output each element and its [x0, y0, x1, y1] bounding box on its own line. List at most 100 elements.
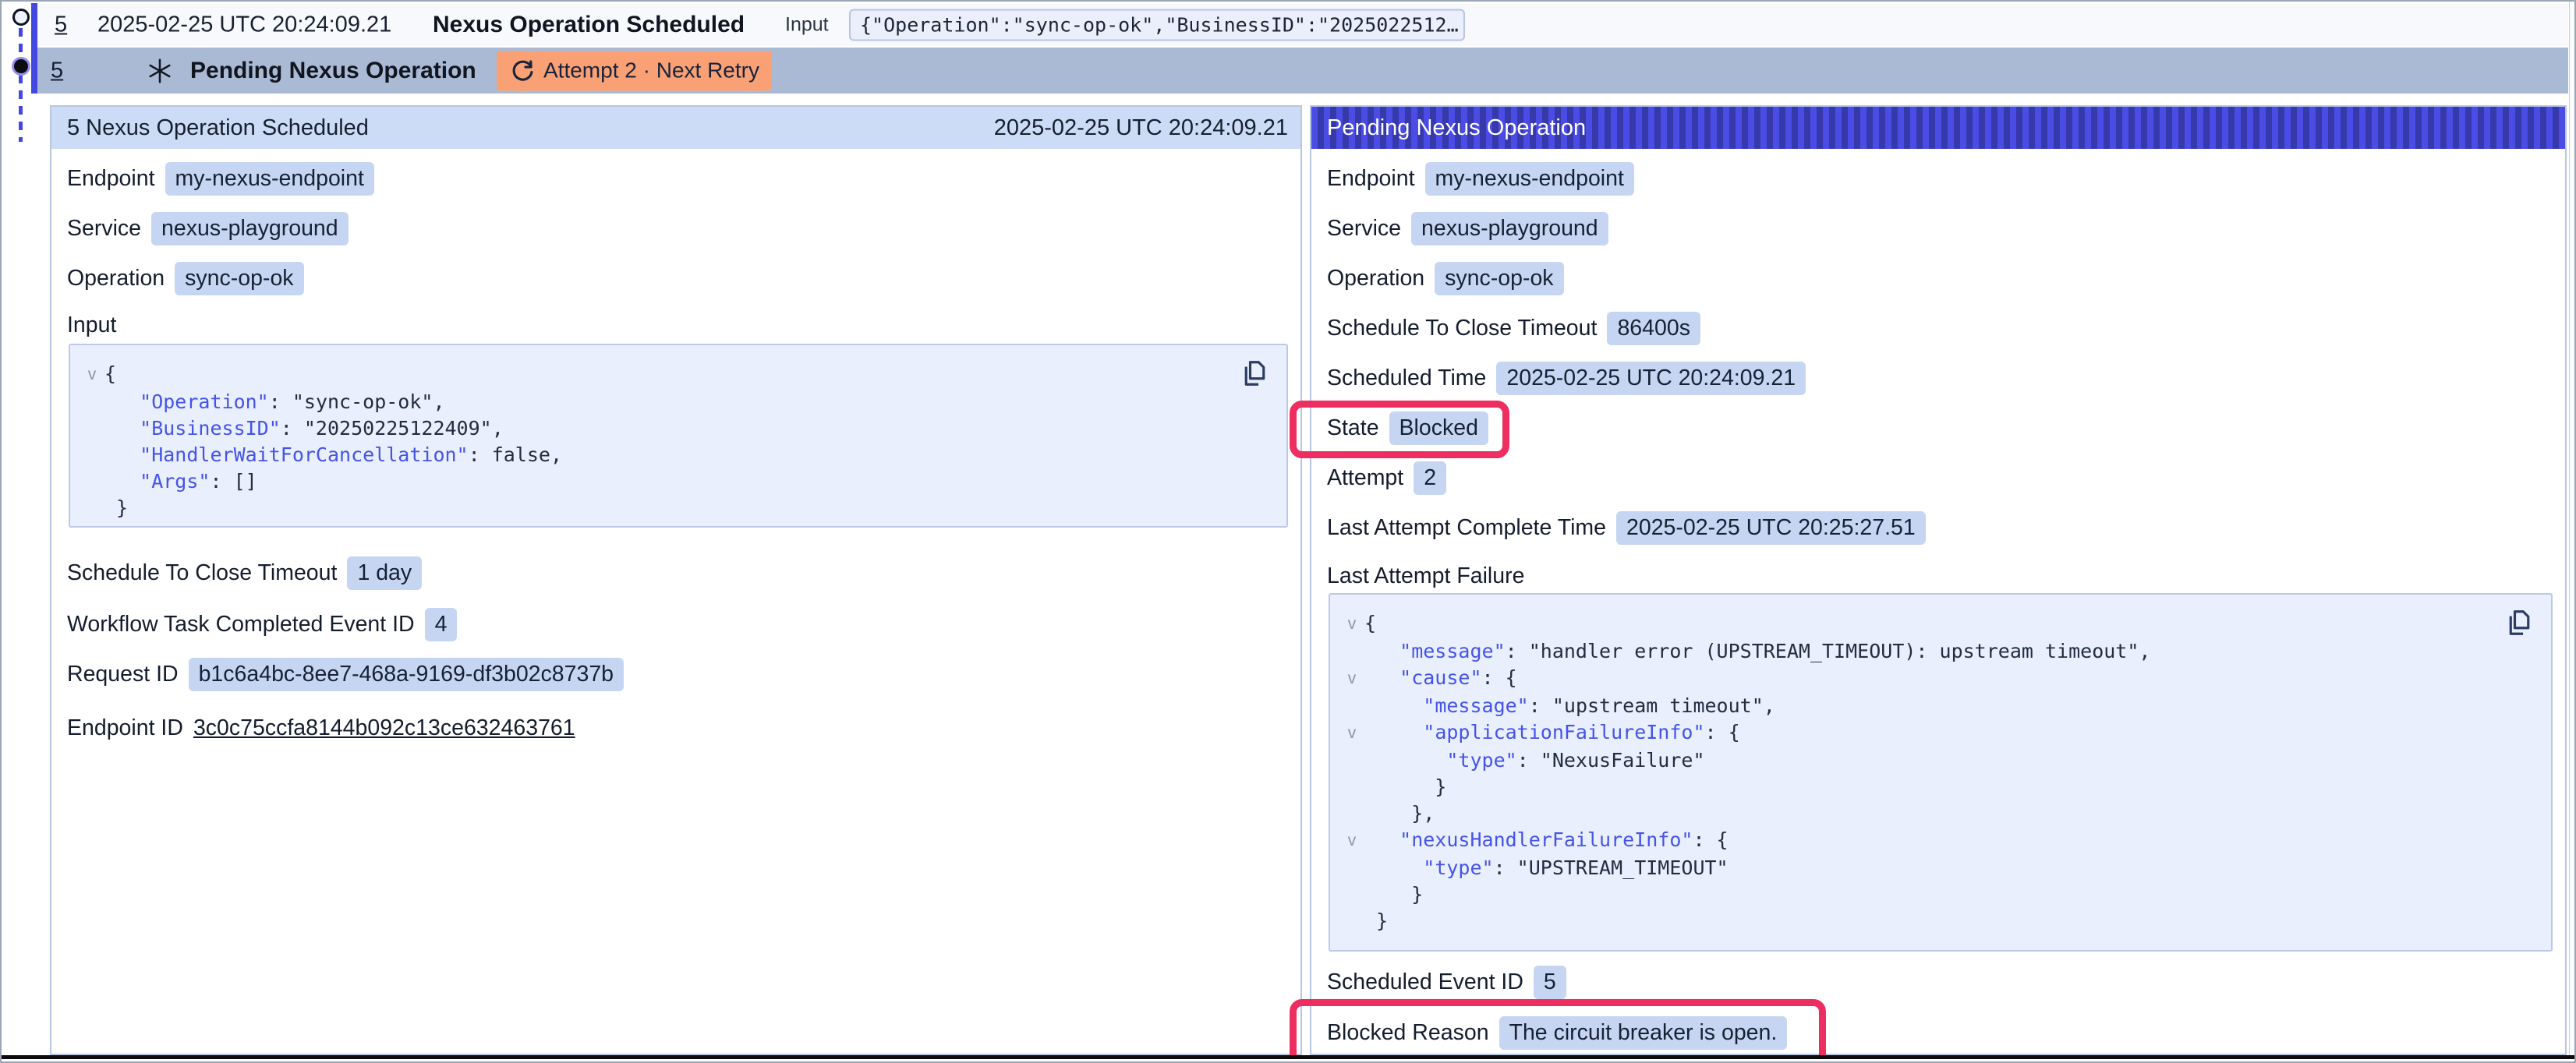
field-endpoint-id: Endpoint ID 3c0c75ccfa8144b092c13ce63246… — [67, 710, 575, 746]
field-label: Operation — [1327, 266, 1424, 291]
field-operation: Operation sync-op-ok — [1327, 260, 1564, 296]
code-text: "nexusHandlerFailureInfo": { — [1364, 827, 1729, 855]
timeline-dot-open — [12, 9, 30, 26]
copy-icon[interactable] — [2504, 607, 2532, 638]
code-line: } — [1339, 881, 2551, 908]
code-line: "message": "upstream timeout", — [1339, 693, 2551, 719]
code-gutter — [80, 415, 104, 442]
field-label: Operation — [67, 266, 165, 291]
field-value-chip: sync-op-ok — [175, 262, 303, 295]
code-text: }, — [1364, 800, 1435, 827]
collapse-chevron-icon[interactable]: v — [1339, 665, 1364, 693]
code-line: v "cause": { — [1339, 665, 2551, 693]
field-operation: Operation sync-op-ok — [67, 260, 304, 296]
code-gutter — [1339, 855, 1364, 881]
field-value-chip: 1 day — [347, 556, 422, 590]
code-text: "BusinessID": "20250225122409", — [104, 415, 504, 442]
code-line: v{ — [1339, 610, 2551, 638]
event-id-link[interactable]: 5 — [55, 12, 67, 38]
scheduled-panel-header: 5 Nexus Operation Scheduled 2025-02-25 U… — [51, 107, 1300, 149]
code-line: } — [1339, 908, 2551, 934]
code-gutter — [1339, 881, 1364, 908]
code-gutter — [1339, 638, 1364, 665]
field-value-chip: nexus-playground — [151, 212, 349, 245]
scrollbar-gutter[interactable] — [2569, 2, 2576, 1063]
code-text: "Args": [] — [104, 468, 257, 495]
field-service: Service nexus-playground — [67, 210, 349, 246]
code-line: }, — [1339, 800, 2551, 827]
field-value-chip: 4 — [425, 608, 458, 641]
field-value-chip: my-nexus-endpoint — [165, 162, 374, 196]
field-label: Attempt — [1327, 465, 1403, 491]
field-label: Scheduled Time — [1327, 366, 1486, 391]
scheduled-panel-title: 5 Nexus Operation Scheduled — [67, 115, 369, 141]
collapse-chevron-icon[interactable]: v — [1339, 827, 1364, 855]
field-value-chip: b1c6a4bc-8ee7-468a-9169-df3b02c8737b — [189, 658, 624, 691]
input-json-block: v{ "Operation": "sync-op-ok", "BusinessI… — [69, 344, 1288, 528]
field-label: Last Attempt Complete Time — [1327, 515, 1606, 541]
code-text: { — [1364, 610, 1376, 638]
event-row-pending[interactable]: 5 Pending Nexus Operation Attempt 2 · Ne… — [37, 48, 2568, 94]
pending-event-title: Pending Nexus Operation — [190, 58, 476, 84]
field-schedule-to-close-timeout: Schedule To Close Timeout 1 day — [67, 555, 422, 591]
code-line: } — [1339, 774, 2551, 800]
field-value-chip: 2 — [1414, 461, 1446, 495]
code-gutter — [80, 468, 104, 495]
code-line: "HandlerWaitForCancellation": false, — [80, 442, 1286, 468]
field-value-chip: my-nexus-endpoint — [1425, 162, 1634, 196]
code-text: "Operation": "sync-op-ok", — [104, 389, 445, 415]
retry-status-badge: Attempt 2 · Next Retry — [497, 51, 772, 90]
timeline-active-bar — [31, 3, 37, 94]
field-label: Endpoint — [67, 166, 155, 192]
workflow-event-history-screen: 5 2025-02-25 UTC 20:24:09.21 Nexus Opera… — [0, 0, 2576, 1063]
code-gutter — [80, 442, 104, 468]
collapse-chevron-icon[interactable]: v — [1339, 719, 1364, 747]
code-text: "type": "UPSTREAM_TIMEOUT" — [1364, 855, 1729, 881]
field-scheduled-time: Scheduled Time 2025-02-25 UTC 20:24:09.2… — [1327, 360, 1806, 396]
code-gutter — [1339, 693, 1364, 719]
code-line: v{ — [80, 361, 1286, 389]
retry-badge-label: Attempt 2 · Next Retry — [543, 58, 759, 83]
code-text: "message": "handler error (UPSTREAM_TIME… — [1364, 638, 2150, 665]
copy-icon[interactable] — [1240, 358, 1268, 389]
field-endpoint: Endpoint my-nexus-endpoint — [1327, 161, 1634, 196]
bottom-margin — [2, 1059, 2576, 1063]
code-line: } — [80, 495, 1286, 521]
field-label: Service — [1327, 216, 1401, 242]
event-title: Nexus Operation Scheduled — [433, 12, 745, 38]
code-gutter — [80, 495, 104, 521]
code-gutter — [1339, 908, 1364, 934]
code-text: } — [1364, 774, 1446, 800]
code-line: "type": "UPSTREAM_TIMEOUT" — [1339, 855, 2551, 881]
field-attempt: Attempt 2 — [1327, 460, 1446, 496]
field-label: Request ID — [67, 662, 179, 687]
code-line: "Operation": "sync-op-ok", — [80, 389, 1286, 415]
collapse-chevron-icon[interactable]: v — [80, 361, 104, 389]
event-input-label: Input — [785, 14, 829, 37]
field-last-attempt-complete-time: Last Attempt Complete Time 2025-02-25 UT… — [1327, 510, 1926, 546]
code-line: v "applicationFailureInfo": { — [1339, 719, 2551, 747]
code-text: "applicationFailureInfo": { — [1364, 719, 1740, 747]
field-label: Scheduled Event ID — [1327, 969, 1523, 995]
code-line: "type": "NexusFailure" — [1339, 747, 2551, 774]
code-gutter — [80, 389, 104, 415]
code-line: "Args": [] — [80, 468, 1286, 495]
pending-event-id-link[interactable]: 5 — [51, 58, 63, 83]
state-annotation-highlight — [1290, 401, 1509, 458]
endpoint-id-link[interactable]: 3c0c75ccfa8144b092c13ce632463761 — [193, 715, 575, 741]
field-label: Schedule To Close Timeout — [1327, 316, 1597, 341]
event-row-scheduled[interactable]: 5 2025-02-25 UTC 20:24:09.21 Nexus Opera… — [37, 4, 2568, 46]
field-scheduled-event-id: Scheduled Event ID 5 — [1327, 964, 1566, 1000]
failure-json-code: v{ "message": "handler error (UPSTREAM_T… — [1330, 595, 2551, 934]
input-section-label: Input — [67, 309, 116, 341]
code-line: "BusinessID": "20250225122409", — [80, 415, 1286, 442]
event-input-preview-chip[interactable]: {"Operation":"sync-op-ok","BusinessID":"… — [849, 9, 1465, 41]
code-text: } — [1364, 881, 1423, 908]
collapse-chevron-icon[interactable]: v — [1339, 610, 1364, 638]
pending-asterisk-icon — [146, 57, 174, 85]
timeline-dot-current — [14, 59, 28, 73]
field-request-id: Request ID b1c6a4bc-8ee7-468a-9169-df3b0… — [67, 656, 624, 692]
scheduled-event-detail-panel: 5 Nexus Operation Scheduled 2025-02-25 U… — [50, 105, 1302, 1055]
failure-json-block: v{ "message": "handler error (UPSTREAM_T… — [1329, 593, 2553, 952]
field-value-chip: sync-op-ok — [1435, 262, 1563, 295]
